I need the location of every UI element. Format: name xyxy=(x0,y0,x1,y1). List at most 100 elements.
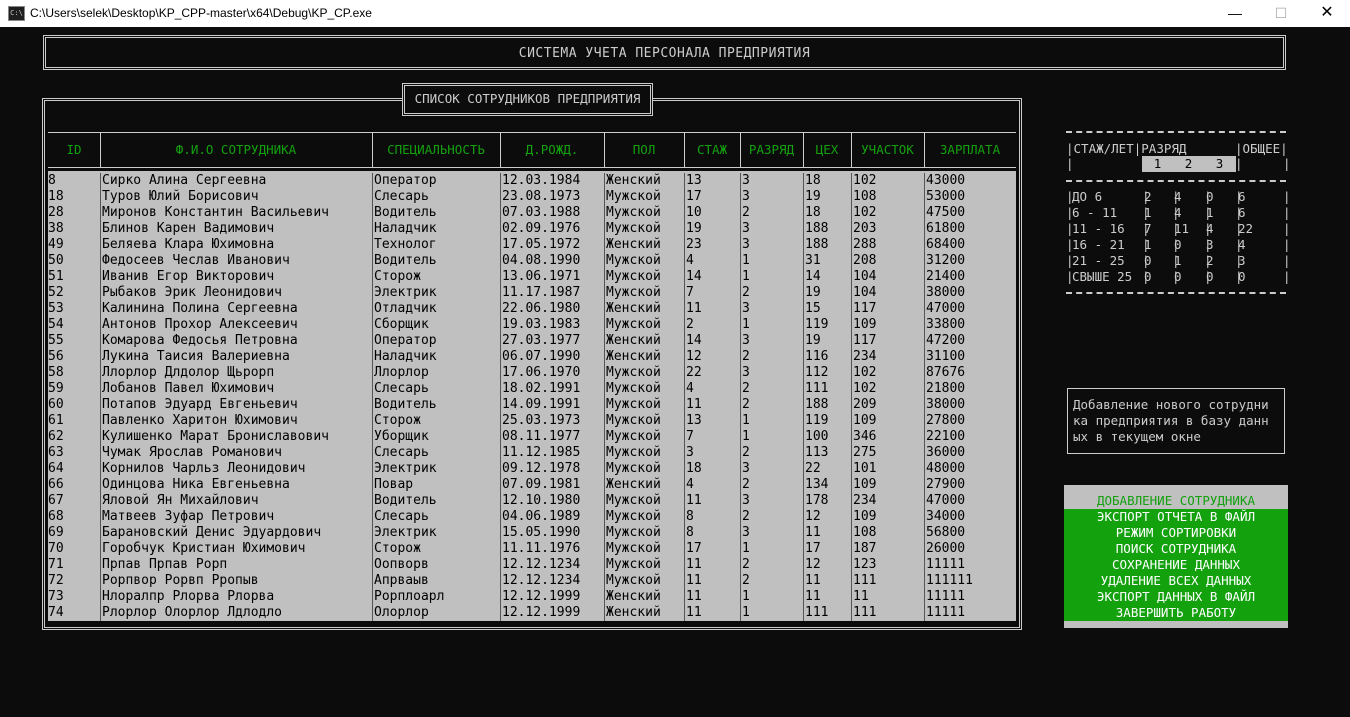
cell-grade: 3 xyxy=(740,461,803,477)
cell-specialty: Технолог xyxy=(372,237,500,253)
cell-salary: 34000 xyxy=(924,509,1016,525)
cell-full-name: Прпав Прпав Рорп xyxy=(100,557,372,573)
table-row[interactable]: 71 Прпав Прпав Рорп Оопворв 12.12.1234 Мужск… xyxy=(48,557,1016,573)
menu-item-8[interactable]: ЗАВЕРШИТЬ РАБОТУ xyxy=(1064,605,1288,621)
cell-birth-date: 17.05.1972 xyxy=(500,237,604,253)
table-row[interactable]: 8 Сирко Алина Сергеевна Оператор 12.03.1984… xyxy=(48,173,1016,189)
table-row[interactable]: 59 Лобанов Павел Юхимович Слесарь 18.02.199… xyxy=(48,381,1016,397)
cell-salary: 26000 xyxy=(924,541,1016,557)
column-header-id: ID xyxy=(66,142,82,157)
cell-birth-date: 27.03.1977 xyxy=(500,333,604,349)
cell-birth-date: 22.06.1980 xyxy=(500,301,604,317)
menu-item-3[interactable]: РЕЖИМ СОРТИРОВКИ xyxy=(1064,525,1288,541)
cell-experience: 8 xyxy=(684,525,740,541)
menu-item-7[interactable]: ЭКСПОРТ ДАННЫХ В ФАЙЛ xyxy=(1064,589,1288,605)
cell-grade: 2 xyxy=(740,509,803,525)
menu-item-6[interactable]: УДАЛЕНИЕ ВСЕХ ДАННЫХ xyxy=(1064,573,1288,589)
table-row[interactable]: 74 Рлорлор Олорлор Лдлодло Олорлор 12.12.19… xyxy=(48,605,1016,621)
cell-experience: 11 xyxy=(684,589,740,605)
table-row[interactable]: 60 Потапов Эдуард Евгеньевич Водитель 14.09… xyxy=(48,397,1016,413)
table-row[interactable]: 62 Кулишенко Марат Брониславович Уборщик 08… xyxy=(48,429,1016,445)
cell-specialty: Электрик xyxy=(372,461,500,477)
cell-specialty: Ллорлор xyxy=(372,365,500,381)
table-row[interactable]: 69 Барановский Денис Эдуардович Электрик 15… xyxy=(48,525,1016,541)
cell-gender: Мужской xyxy=(604,413,684,429)
table-row[interactable]: 72 Рорпвор Рорвп Рропыв Апрваыв 12.12.1234 М… xyxy=(48,573,1016,589)
cell-id: 53 xyxy=(48,301,64,316)
cell-specialty: Слесарь xyxy=(372,509,500,525)
minimize-button[interactable]: — xyxy=(1212,0,1258,27)
cell-birth-date: 23.08.1973 xyxy=(500,189,604,205)
table-row[interactable]: 66 Одинцова Ника Евгеньевна Повар 07.09.198… xyxy=(48,477,1016,493)
cell-section: 102 xyxy=(851,205,924,221)
stats-total-value: 4 xyxy=(1238,237,1246,252)
stats-bar: | xyxy=(1283,205,1291,220)
table-row[interactable]: 18 Туров Юлий Борисович Слесарь 23.08.1973 М… xyxy=(48,189,1016,205)
table-row[interactable]: 53 Калинина Полина Сергеевна Отладчик 22.06… xyxy=(48,301,1016,317)
cell-salary: 111111 xyxy=(924,573,1016,589)
menu-item-4[interactable]: ПОИСК СОТРУДНИКА xyxy=(1064,541,1288,557)
cell-gender: Женский xyxy=(604,333,684,349)
table-row[interactable]: 70 Горобчук Кристиан Юхимович Сторож 11.11.… xyxy=(48,541,1016,557)
cell-birth-date: 12.10.1980 xyxy=(500,493,604,509)
cell-salary: 27900 xyxy=(924,477,1016,493)
cell-full-name: Сирко Алина Сергеевна xyxy=(100,173,372,189)
cell-id: 52 xyxy=(48,285,64,300)
stats-grade-left-bar: | xyxy=(1066,156,1074,171)
table-row[interactable]: 52 Рыбаков Эрик Леонидович Электрик 11.17.1… xyxy=(48,285,1016,301)
cell-gender: Мужской xyxy=(604,493,684,509)
stats-grade-value: 0 xyxy=(1144,253,1152,268)
table-row[interactable]: 50 Федосеев Чеслав Иванович Водитель 04.08.… xyxy=(48,253,1016,269)
cell-full-name: Беляева Клара Юхимовна xyxy=(100,237,372,253)
cell-id: 8 xyxy=(48,173,56,188)
cell-experience: 7 xyxy=(684,429,740,445)
cell-id: 71 xyxy=(48,557,64,572)
cell-section: 346 xyxy=(851,429,924,445)
cell-gender: Мужской xyxy=(604,525,684,541)
cell-experience: 11 xyxy=(684,397,740,413)
table-row[interactable]: 64 Корнилов Чарльз Леонидович Электрик 09.1… xyxy=(48,461,1016,477)
cell-id: 60 xyxy=(48,397,64,412)
menu-item-5[interactable]: СОХРАНЕНИЕ ДАННЫХ xyxy=(1064,557,1288,573)
grade-label-2: 2 xyxy=(1184,156,1193,171)
table-row[interactable]: 58 Ллорлор Длдолор Щьрорп Ллорлор 17.06.197… xyxy=(48,365,1016,381)
column-separator xyxy=(684,133,685,167)
table-row[interactable]: 61 Павленко Харитон Юхимович Сторож 25.03.1… xyxy=(48,413,1016,429)
table-row[interactable]: 28 Миронов Константин Васильевич Водитель 0… xyxy=(48,205,1016,221)
cell-gender: Женский xyxy=(604,589,684,605)
maximize-button[interactable]: ☐ xyxy=(1258,0,1304,27)
table-row[interactable]: 56 Лукина Таисия Валериевна Наладчик 06.07.… xyxy=(48,349,1016,365)
cell-gender: Мужской xyxy=(604,317,684,333)
cell-workshop: 188 xyxy=(803,237,851,253)
close-button[interactable]: ✕ xyxy=(1304,0,1350,27)
table-row[interactable]: 49 Беляева Клара Юхимовна Технолог 17.05.19… xyxy=(48,237,1016,253)
table-row[interactable]: 54 Антонов Прохор Алексеевич Сборщик 19.03.… xyxy=(48,317,1016,333)
table-row[interactable]: 63 Чумак Ярослав Романович Слесарь 11.12.19… xyxy=(48,445,1016,461)
cell-gender: Женский xyxy=(604,237,684,253)
stats-top-divider xyxy=(1066,131,1286,133)
cell-specialty: Водитель xyxy=(372,397,500,413)
cell-experience: 10 xyxy=(684,205,740,221)
cell-experience: 12 xyxy=(684,349,740,365)
cell-salary: 87676 xyxy=(924,365,1016,381)
cell-experience: 19 xyxy=(684,221,740,237)
cell-grade: 3 xyxy=(740,237,803,253)
table-row[interactable]: 67 Яловой Ян Михайлович Водитель 12.10.1980… xyxy=(48,493,1016,509)
cell-section: 111 xyxy=(851,605,924,621)
menu-item-1[interactable]: ДОБАВЛЕНИЕ СОТРУДНИКА xyxy=(1064,493,1288,509)
cell-workshop: 116 xyxy=(803,349,851,365)
table-row[interactable]: 51 Иванив Егор Викторович Сторож 13.06.1971… xyxy=(48,269,1016,285)
cell-experience: 18 xyxy=(684,461,740,477)
cell-specialty: Повар xyxy=(372,477,500,493)
cell-gender: Женский xyxy=(604,173,684,189)
cell-birth-date: 17.06.1970 xyxy=(500,365,604,381)
table-row[interactable]: 73 Нлоралпр Рлорва Рлорва Рорплоарл 12.12.1… xyxy=(48,589,1016,605)
stats-total-value: 6 xyxy=(1238,205,1246,220)
menu-item-2[interactable]: ЭКСПОРТ ОТЧЕТА В ФАЙЛ xyxy=(1064,509,1288,525)
table-row[interactable]: 55 Комарова Федосья Петровна Оператор 27.03… xyxy=(48,333,1016,349)
cell-section: 288 xyxy=(851,237,924,253)
cell-specialty: Отладчик xyxy=(372,301,500,317)
table-row[interactable]: 38 Блинов Карен Вадимович Наладчик 02.09.19… xyxy=(48,221,1016,237)
cell-grade: 3 xyxy=(740,301,803,317)
table-row[interactable]: 68 Матвеев Зуфар Петрович Слесарь 04.06.198… xyxy=(48,509,1016,525)
